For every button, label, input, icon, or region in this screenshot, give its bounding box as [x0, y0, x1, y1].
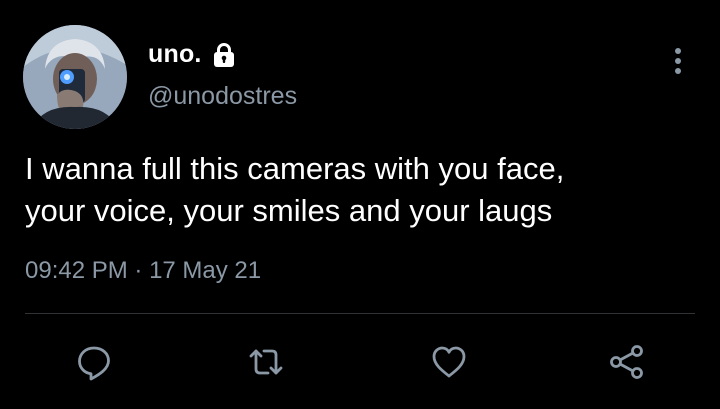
reply-icon	[78, 346, 110, 381]
like-button[interactable]	[427, 340, 471, 384]
tweet-text: I wanna full this cameras with you face,…	[25, 151, 565, 228]
user-name-row: uno.	[148, 40, 237, 69]
user-handle[interactable]: @unodostres	[148, 82, 297, 111]
tweet-time: 09:42 PM	[25, 257, 128, 284]
tweet-timestamp[interactable]: 09:42 PM · 17 May 21	[25, 257, 261, 285]
retweet-button[interactable]	[244, 340, 288, 384]
share-icon	[610, 345, 643, 379]
meta-separator: ·	[127, 257, 150, 284]
avatar-photo	[23, 25, 127, 129]
avatar[interactable]	[23, 25, 127, 129]
retweet-icon	[249, 349, 283, 375]
lock-icon	[213, 42, 234, 67]
tweet-card: uno. @unodostres I wanna full this camer…	[0, 0, 720, 409]
divider	[25, 313, 695, 314]
heart-icon	[432, 346, 466, 378]
reply-button[interactable]	[72, 340, 116, 384]
more-vertical-icon[interactable]	[669, 46, 687, 76]
display-name[interactable]: uno.	[148, 40, 202, 69]
share-button[interactable]	[605, 340, 649, 384]
tweet-date: 17 May 21	[149, 257, 262, 284]
